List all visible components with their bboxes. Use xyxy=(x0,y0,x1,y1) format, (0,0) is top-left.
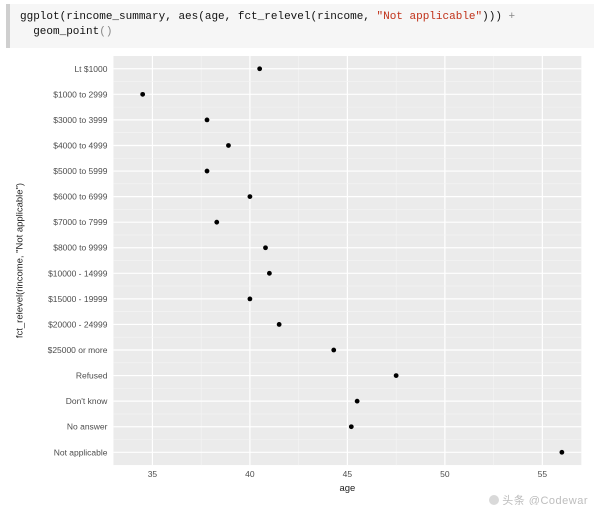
y-tick-label: $6000 to 6999 xyxy=(53,192,107,202)
code-plus: + xyxy=(509,11,516,23)
code-parens: () xyxy=(99,26,112,38)
y-tick-label: $8000 to 9999 xyxy=(53,243,107,253)
data-point xyxy=(331,348,336,353)
data-point xyxy=(226,143,231,148)
data-point xyxy=(394,373,399,378)
data-point xyxy=(205,169,210,174)
x-tick-label: 55 xyxy=(538,469,548,479)
x-tick-label: 40 xyxy=(245,469,255,479)
y-tick-label: $5000 to 5999 xyxy=(53,166,107,176)
data-point xyxy=(257,66,262,71)
x-tick-label: 50 xyxy=(440,469,450,479)
x-tick-label: 35 xyxy=(148,469,158,479)
y-tick-label: $3000 to 3999 xyxy=(53,115,107,125)
x-axis-title: age xyxy=(339,483,355,494)
code-indent xyxy=(20,26,33,38)
code-args3: (rincome, xyxy=(310,11,376,23)
x-tick-label: 45 xyxy=(343,469,353,479)
plot: 35 40 45 50 55 age Lt $1000 $1000 to 2999 $3000 … xyxy=(8,50,592,499)
data-point xyxy=(140,92,145,97)
y-tick-label: $25000 or more xyxy=(48,345,108,355)
data-point xyxy=(248,194,253,199)
y-tick-label: $10000 - 14999 xyxy=(48,268,108,278)
y-tick-label: Don't know xyxy=(66,396,109,406)
code-args-close: ))) xyxy=(482,11,508,23)
data-point xyxy=(277,322,282,327)
data-point xyxy=(248,296,253,301)
data-point xyxy=(267,271,272,276)
plot-svg: 35 40 45 50 55 age Lt $1000 $1000 to 2999 $3000 … xyxy=(8,50,592,499)
code-fn-fctrelevel: fct_relevel xyxy=(238,11,311,23)
y-tick-label: $4000 to 4999 xyxy=(53,140,107,150)
y-tick-label: Refused xyxy=(76,371,108,381)
data-point xyxy=(205,118,210,123)
y-axis-title: fct_relevel(rincome, "Not applicable") xyxy=(15,183,26,338)
code-block: ggplot(rincome_summary, aes(age, fct_rel… xyxy=(6,4,594,48)
code-string: "Not applicable" xyxy=(377,11,483,23)
data-point xyxy=(263,245,268,250)
y-tick-label: Not applicable xyxy=(54,447,108,457)
y-tick-label: $7000 to 7999 xyxy=(53,217,107,227)
code-fn-aes: aes xyxy=(178,11,198,23)
y-tick-label: Lt $1000 xyxy=(74,64,107,74)
y-tick-label: No answer xyxy=(67,422,108,432)
code-fn-ggplot: ggplot xyxy=(20,11,60,23)
data-point xyxy=(559,450,564,455)
code-args2: (age, xyxy=(198,11,238,23)
code-fn-geompoint: geom_point xyxy=(33,26,99,38)
y-tick-label: $20000 - 24999 xyxy=(48,319,108,329)
y-tick-label: $15000 - 19999 xyxy=(48,294,108,304)
y-tick-label: $1000 to 2999 xyxy=(53,89,107,99)
data-point xyxy=(355,399,360,404)
data-point xyxy=(214,220,219,225)
code-args1: (rincome_summary, xyxy=(60,11,179,23)
data-point xyxy=(349,424,354,429)
